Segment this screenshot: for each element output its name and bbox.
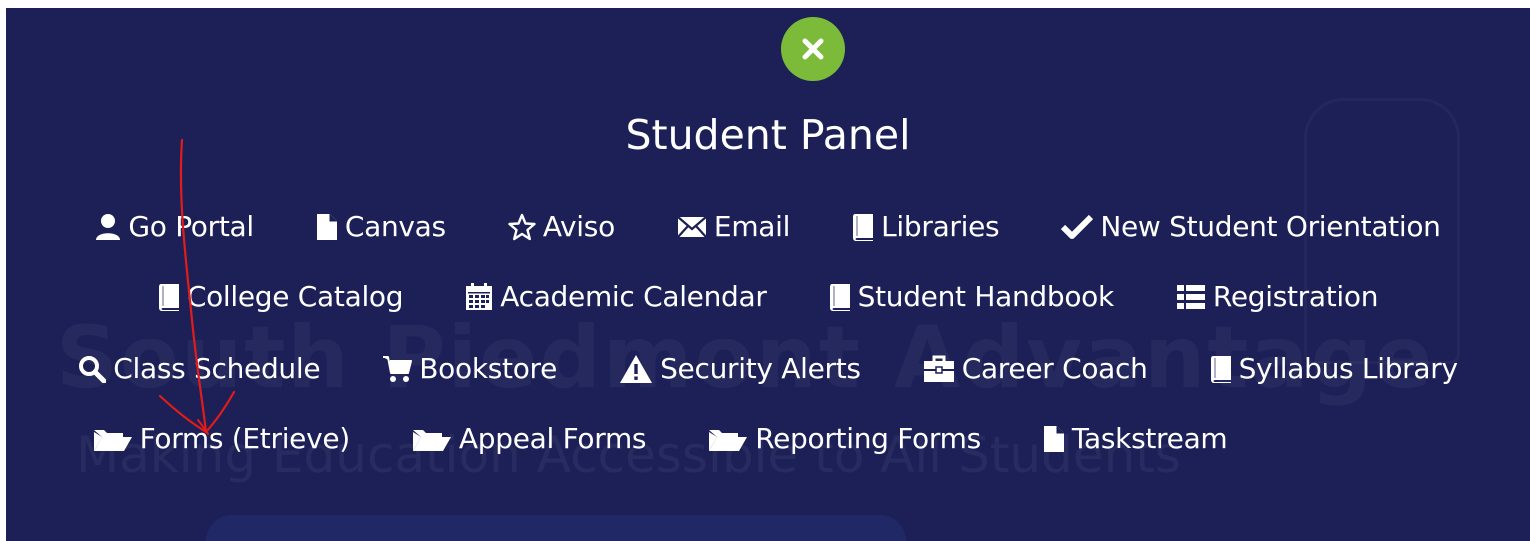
panel-title: Student Panel — [625, 111, 911, 159]
checkmark-icon — [1061, 214, 1094, 240]
link-label: Taskstream — [1071, 422, 1228, 455]
link-label: Reporting Forms — [755, 422, 981, 455]
briefcase-icon — [923, 355, 955, 383]
star-outline-icon — [508, 213, 536, 241]
link-label: Career Coach — [961, 352, 1148, 385]
link-appeal-forms[interactable]: Appeal Forms — [412, 422, 647, 455]
link-label: Aviso — [542, 210, 615, 243]
cart-icon — [382, 355, 413, 383]
file-icon — [1043, 425, 1065, 453]
link-canvas[interactable]: Canvas — [316, 210, 446, 243]
envelope-icon — [677, 215, 707, 239]
link-go-portal[interactable]: Go Portal — [95, 210, 254, 243]
link-label: Forms (Etrieve) — [139, 422, 351, 455]
link-label: College Catalog — [186, 280, 404, 313]
link-student-handbook[interactable]: Student Handbook — [829, 280, 1114, 313]
warning-icon — [619, 354, 653, 384]
link-label: Go Portal — [128, 210, 254, 243]
link-label: Bookstore — [419, 352, 558, 385]
link-registration[interactable]: Registration — [1176, 280, 1378, 313]
link-label: Syllabus Library — [1238, 352, 1458, 385]
folder-open-icon — [412, 426, 452, 452]
link-security-alerts[interactable]: Security Alerts — [619, 352, 861, 385]
list-icon — [1176, 284, 1206, 310]
link-syllabus-library[interactable]: Syllabus Library — [1210, 352, 1458, 385]
link-label: Libraries — [881, 210, 1000, 243]
link-label: Registration — [1212, 280, 1379, 313]
folder-open-icon — [93, 426, 133, 452]
book-icon — [852, 213, 874, 241]
link-academic-calendar[interactable]: Academic Calendar — [465, 280, 767, 313]
student-panel: South Piedmont Advantage Making Educatio… — [6, 8, 1530, 541]
link-new-student-orientation[interactable]: New Student Orientation — [1061, 210, 1441, 243]
calendar-icon — [465, 282, 493, 311]
book-icon — [158, 283, 180, 311]
folder-open-icon — [708, 426, 748, 452]
book-icon — [1210, 355, 1232, 383]
link-row-2: College Catalog Academic Calendar Student … — [6, 280, 1530, 313]
link-row-4: Forms (Etrieve) Appeal Forms Reporting For… — [6, 422, 1422, 455]
link-taskstream[interactable]: Taskstream — [1043, 422, 1228, 455]
link-row-3: Class Schedule Bookstore Security Alerts Ca… — [6, 352, 1530, 385]
link-forms-etrieve[interactable]: Forms (Etrieve) — [93, 422, 350, 455]
link-libraries[interactable]: Libraries — [852, 210, 1000, 243]
close-x-icon — [802, 38, 824, 60]
file-icon — [316, 213, 338, 241]
link-reporting-forms[interactable]: Reporting Forms — [708, 422, 981, 455]
link-label: New Student Orientation — [1100, 210, 1441, 243]
close-panel-button[interactable] — [781, 17, 845, 81]
link-career-coach[interactable]: Career Coach — [923, 352, 1148, 385]
link-row-1: Go Portal Canvas Aviso Email Libraries New St… — [6, 210, 1530, 243]
link-bookstore[interactable]: Bookstore — [382, 352, 557, 385]
link-label: Security Alerts — [660, 352, 861, 385]
link-email[interactable]: Email — [677, 210, 790, 243]
search-icon — [78, 355, 107, 383]
user-icon — [95, 213, 121, 241]
link-class-schedule[interactable]: Class Schedule — [78, 352, 321, 385]
link-college-catalog[interactable]: College Catalog — [158, 280, 404, 313]
link-label: Student Handbook — [857, 280, 1115, 313]
link-label: Class Schedule — [113, 352, 321, 385]
link-label: Email — [713, 210, 791, 243]
link-label: Academic Calendar — [500, 280, 767, 313]
link-aviso[interactable]: Aviso — [508, 210, 615, 243]
background-shape-bottom — [206, 515, 906, 541]
book-icon — [829, 283, 851, 311]
link-label: Canvas — [344, 210, 446, 243]
link-label: Appeal Forms — [458, 422, 647, 455]
